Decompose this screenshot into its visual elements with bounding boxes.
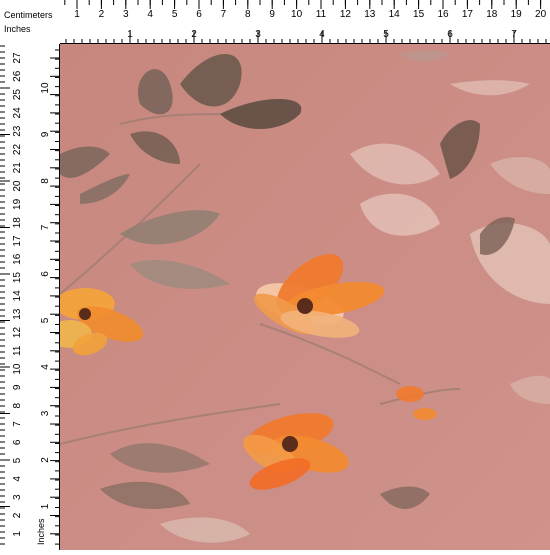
left-inch-tick-label: 3: [40, 410, 51, 416]
centimeters-label: Centimeters: [4, 10, 53, 20]
top-inch-tick-label: 7: [511, 29, 517, 40]
left-cm-tick-label: 2: [12, 512, 23, 518]
left-cm-tick-label: 25: [12, 89, 23, 101]
top-inch-tick-label: 5: [383, 29, 389, 40]
left-cm-tick-label: 15: [12, 272, 23, 284]
top-inch-tick-label: 6: [447, 29, 453, 40]
left-cm-tick-label: 18: [12, 217, 23, 229]
left-cm-tick-label: 1: [12, 531, 23, 537]
left-cm-tick-label: 11: [12, 345, 23, 356]
left-ruler-ticks: 2726252423222120191817161514131211109876…: [0, 45, 60, 545]
top-cm-tick-label: 1: [74, 9, 80, 20]
left-cm-tick-label: 24: [12, 107, 23, 119]
inches-label: Inches: [4, 24, 31, 34]
top-cm-tick-label: 20: [535, 9, 547, 20]
top-cm-tick-label: 8: [245, 9, 251, 20]
top-ruler-ticks: 1 2 3 4 5 6 7 8 9 10 11 12 13 14 15 16 17 18 19 201 2 3 4 5 6 7: [64, 0, 547, 44]
left-cm-tick-label: 21: [12, 162, 23, 174]
left-cm-tick-label: 22: [12, 144, 23, 156]
top-cm-tick-label: 3: [123, 9, 129, 20]
top-cm-tick-label: 16: [437, 9, 449, 20]
left-cm-tick-label: 4: [12, 476, 23, 482]
top-inch-tick-label: 3: [255, 29, 261, 40]
left-ruler: 27 26 25 24 23 22 21 20 19 18 17 16 15 14 13 12 11 10 9 8 7 6…: [0, 0, 60, 550]
top-inch-tick-label: 4: [319, 29, 325, 40]
left-cm-tick-label: 27: [12, 52, 23, 64]
fabric-print: [60, 44, 550, 550]
left-cm-tick-label: 6: [12, 439, 23, 445]
top-cm-tick-label: 7: [221, 9, 227, 20]
top-inch-tick-label: 2: [191, 29, 197, 40]
left-inch-tick-label: 6: [40, 271, 51, 277]
left-inch-tick-label: 8: [40, 178, 51, 184]
left-cm-tick-label: 8: [12, 402, 23, 408]
left-inch-tick-label: 1: [40, 503, 51, 509]
left-inch-tick-label: 2: [40, 457, 51, 463]
top-cm-tick-label: 6: [196, 9, 202, 20]
top-cm-tick-label: 2: [99, 9, 105, 20]
floral-print-artwork: [60, 44, 550, 550]
top-cm-tick-label: 18: [486, 9, 498, 20]
top-cm-tick-label: 11: [316, 9, 327, 20]
left-cm-tick-label: 23: [12, 125, 23, 137]
left-cm-tick-label: 9: [12, 384, 23, 390]
top-cm-tick-label: 13: [364, 9, 376, 20]
left-inch-tick-label: 10: [40, 82, 51, 94]
left-cm-tick-label: 17: [12, 235, 23, 247]
top-cm-tick-label: 4: [147, 9, 153, 20]
top-cm-tick-label: 5: [172, 9, 178, 20]
fabric-swatch-viewer: 1 2 3 4 5 6 7 8 9 10 11 12 13 14 15 16 17 18 19 20 1 2 3 4 5 6 7 2…: [0, 0, 550, 550]
top-cm-tick-label: 12: [340, 9, 352, 20]
left-cm-tick-label: 20: [12, 180, 23, 192]
left-cm-tick-label: 10: [12, 363, 23, 375]
top-cm-tick-label: 14: [389, 9, 401, 20]
top-ruler: 1 2 3 4 5 6 7 8 9 10 11 12 13 14 15 16 17 18 19 20 1 2 3 4 5 6 7: [0, 0, 550, 44]
left-inches-label: Inches: [36, 518, 46, 545]
left-cm-tick-label: 13: [12, 308, 23, 320]
left-inch-tick-label: 5: [40, 317, 51, 323]
left-inch-tick-label: 9: [40, 131, 51, 137]
left-cm-tick-label: 3: [12, 494, 23, 500]
ruler-corner: Centimeters Inches: [0, 0, 60, 44]
left-cm-tick-label: 7: [12, 421, 23, 427]
left-cm-tick-label: 14: [12, 290, 23, 302]
top-cm-tick-label: 10: [291, 9, 303, 20]
left-inch-tick-label: 4: [40, 364, 51, 370]
top-inch-tick-label: 1: [127, 29, 133, 40]
left-cm-tick-label: 26: [12, 70, 23, 82]
top-cm-tick-label: 19: [511, 9, 523, 20]
left-cm-tick-label: 12: [12, 327, 23, 339]
left-cm-tick-label: 16: [12, 253, 23, 265]
left-cm-tick-label: 5: [12, 457, 23, 463]
top-cm-tick-label: 9: [269, 9, 275, 20]
top-cm-tick-label: 17: [462, 9, 474, 20]
top-cm-tick-label: 15: [413, 9, 425, 20]
left-cm-tick-label: 19: [12, 198, 23, 210]
left-inch-tick-label: 7: [40, 224, 51, 230]
